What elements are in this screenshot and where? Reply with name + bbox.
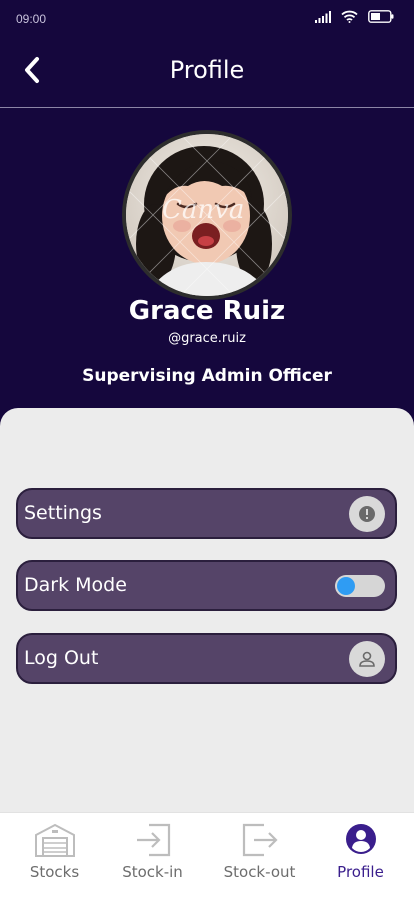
person-icon: [359, 651, 375, 667]
warehouse-icon: [34, 823, 75, 857]
page-title: Profile: [169, 56, 245, 84]
bottom-nav: Stocks Stock-in Stock-out Profile: [0, 812, 414, 897]
tab-stocks[interactable]: Stocks: [3, 813, 106, 897]
settings-button[interactable]: Settings: [16, 488, 397, 539]
dark-mode-row: Dark Mode: [16, 560, 397, 611]
profile-header: 09:00 Profile Canva Grace Ruiz @grace.ru…: [0, 0, 414, 432]
avatar[interactable]: Canva: [122, 130, 292, 300]
stock-out-icon: [242, 823, 278, 857]
stock-in-icon: [136, 823, 170, 857]
status-bar: 09:00: [0, 0, 414, 40]
dark-mode-label: Dark Mode: [24, 574, 127, 596]
signal-icon: [315, 10, 331, 23]
tab-label: Stock-in: [122, 863, 183, 881]
info-alert-icon: [359, 506, 375, 522]
svg-text:Canva: Canva: [162, 195, 244, 225]
tab-stock-out[interactable]: Stock-out: [208, 813, 311, 897]
user-role: Supervising Admin Officer: [82, 366, 332, 386]
status-time: 09:00: [16, 12, 47, 26]
profile-icon: [345, 824, 376, 854]
tab-stock-in[interactable]: Stock-in: [101, 813, 204, 897]
logout-label: Log Out: [24, 647, 99, 669]
logout-button[interactable]: Log Out: [16, 633, 397, 684]
toggle-knob: [337, 577, 355, 595]
user-name: Grace Ruiz: [128, 296, 286, 326]
settings-icon-wrap: [349, 496, 385, 532]
settings-label: Settings: [24, 502, 102, 524]
dark-mode-toggle[interactable]: [335, 575, 385, 597]
top-nav: Profile: [0, 40, 414, 106]
status-icons: [315, 10, 394, 23]
user-handle: @grace.ruiz: [168, 331, 246, 346]
wifi-icon: [341, 10, 358, 23]
tab-label: Profile: [337, 863, 384, 881]
tab-label: Stock-out: [223, 863, 296, 881]
tab-label: Stocks: [29, 863, 80, 881]
header-divider: [0, 107, 414, 108]
avatar-photo: Canva: [126, 134, 288, 296]
battery-icon: [368, 10, 394, 23]
logout-icon-wrap: [349, 641, 385, 677]
tab-profile[interactable]: Profile: [309, 813, 412, 897]
